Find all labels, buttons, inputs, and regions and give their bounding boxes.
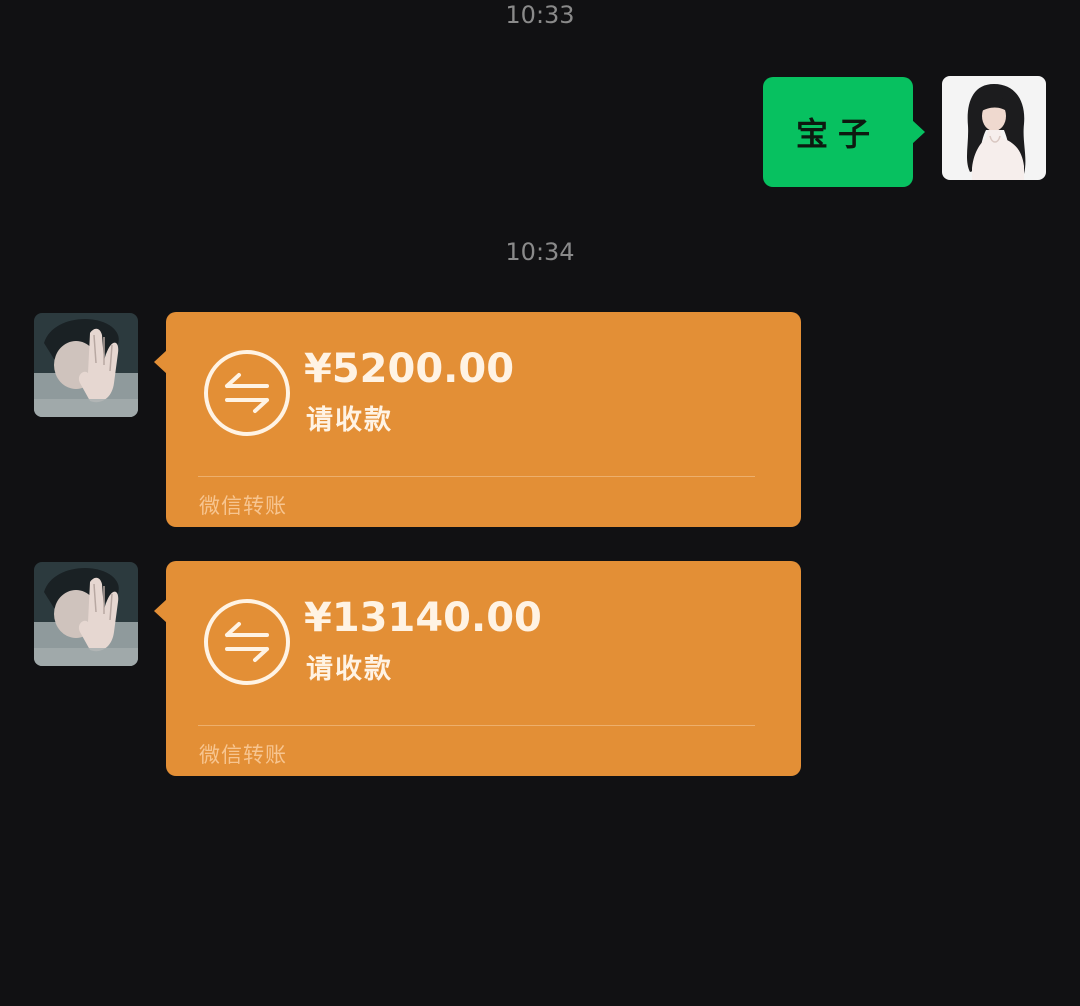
self-avatar[interactable]	[942, 76, 1046, 180]
outgoing-message-bubble[interactable]: 宝子	[763, 77, 925, 187]
timestamp: 10:33	[505, 1, 575, 29]
transfer-status: 请收款	[306, 654, 393, 685]
transfer-footer-label: 微信转账	[199, 494, 287, 518]
timestamp: 10:34	[505, 238, 575, 266]
message-text: 宝子	[795, 115, 880, 153]
transfer-status: 请收款	[306, 405, 393, 436]
divider	[198, 476, 755, 477]
divider	[198, 725, 755, 726]
transfer-card[interactable]: ¥13140.00 请收款 微信转账	[154, 561, 801, 776]
transfer-footer-label: 微信转账	[199, 743, 287, 767]
transfer-arrows-icon	[204, 350, 290, 436]
peer-avatar[interactable]	[34, 313, 138, 417]
transfer-amount: ¥13140.00	[304, 595, 542, 641]
transfer-card[interactable]: ¥5200.00 请收款 微信转账	[154, 312, 801, 527]
transfer-arrows-icon	[204, 599, 290, 685]
peer-avatar[interactable]	[34, 562, 138, 666]
transfer-amount: ¥5200.00	[304, 346, 515, 392]
